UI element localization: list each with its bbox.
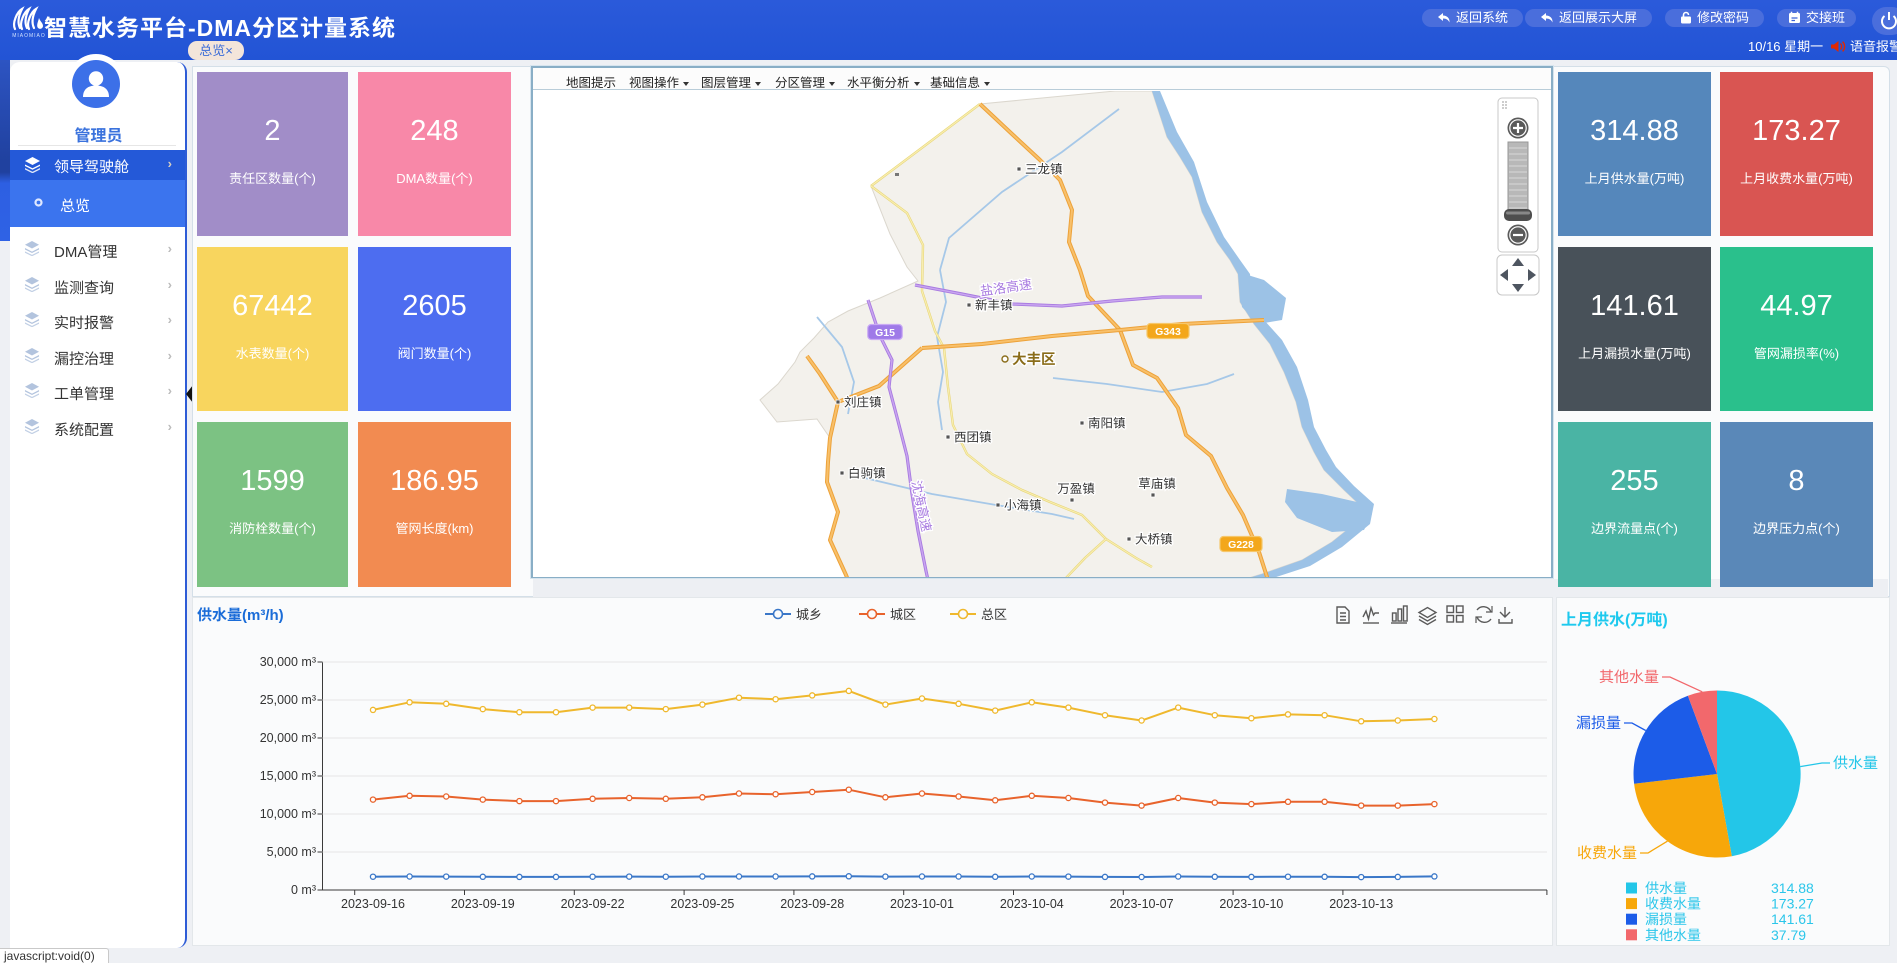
svg-text:草庙镇: 草庙镇 <box>1138 477 1176 491</box>
svg-text:30,000 m³: 30,000 m³ <box>260 655 316 669</box>
svg-text:2023-09-16: 2023-09-16 <box>341 897 405 911</box>
svg-text:小海镇: 小海镇 <box>1004 499 1042 513</box>
svg-text:总区: 总区 <box>981 607 1007 622</box>
svg-text:供水量: 供水量 <box>1645 880 1687 896</box>
svg-text:供水量: 供水量 <box>1833 755 1878 772</box>
svg-text:5,000 m³: 5,000 m³ <box>267 845 316 859</box>
svg-text:城乡: 城乡 <box>796 607 822 622</box>
svg-text:2023-10-07: 2023-10-07 <box>1110 897 1174 911</box>
svg-text:G228: G228 <box>1228 539 1254 551</box>
svg-text:G343: G343 <box>1155 326 1181 338</box>
svg-text:新丰镇: 新丰镇 <box>975 299 1013 313</box>
svg-text:收费水量: 收费水量 <box>1577 845 1637 862</box>
svg-text:2023-10-01: 2023-10-01 <box>890 897 954 911</box>
svg-text:25,000 m³: 25,000 m³ <box>260 693 316 707</box>
svg-text:141.61: 141.61 <box>1771 911 1814 927</box>
svg-text:2023-09-28: 2023-09-28 <box>780 897 844 911</box>
svg-text:2023-09-25: 2023-09-25 <box>670 897 734 911</box>
svg-text:2023-09-19: 2023-09-19 <box>451 897 515 911</box>
svg-text:10,000 m³: 10,000 m³ <box>260 807 316 821</box>
svg-text:大桥镇: 大桥镇 <box>1135 533 1173 547</box>
svg-text:南阳镇: 南阳镇 <box>1088 417 1126 431</box>
svg-text:15,000 m³: 15,000 m³ <box>260 769 316 783</box>
svg-text:2023-10-10: 2023-10-10 <box>1219 897 1283 911</box>
svg-text:2023-10-13: 2023-10-13 <box>1329 897 1393 911</box>
svg-text:白驹镇: 白驹镇 <box>848 467 886 481</box>
svg-text:其他水量: 其他水量 <box>1599 669 1659 686</box>
svg-text:大丰区: 大丰区 <box>1012 351 1056 368</box>
svg-text:0 m³: 0 m³ <box>291 883 316 897</box>
svg-text:37.79: 37.79 <box>1771 927 1806 943</box>
svg-text:173.27: 173.27 <box>1771 896 1814 912</box>
svg-text:刘庄镇: 刘庄镇 <box>844 396 882 410</box>
svg-text:其他水量: 其他水量 <box>1645 927 1701 943</box>
svg-text:2023-09-22: 2023-09-22 <box>561 897 625 911</box>
svg-text:20,000 m³: 20,000 m³ <box>260 731 316 745</box>
svg-text:漏损量: 漏损量 <box>1645 911 1687 927</box>
svg-text:西团镇: 西团镇 <box>954 431 992 445</box>
svg-text:城区: 城区 <box>890 607 916 622</box>
svg-text:万盈镇: 万盈镇 <box>1057 482 1095 496</box>
svg-text:三龙镇: 三龙镇 <box>1025 163 1063 177</box>
svg-text:2023-10-04: 2023-10-04 <box>1000 897 1064 911</box>
svg-text:G15: G15 <box>875 327 895 339</box>
svg-text:314.88: 314.88 <box>1771 880 1814 896</box>
svg-text:收费水量: 收费水量 <box>1645 896 1701 912</box>
svg-text:漏损量: 漏损量 <box>1576 715 1621 732</box>
